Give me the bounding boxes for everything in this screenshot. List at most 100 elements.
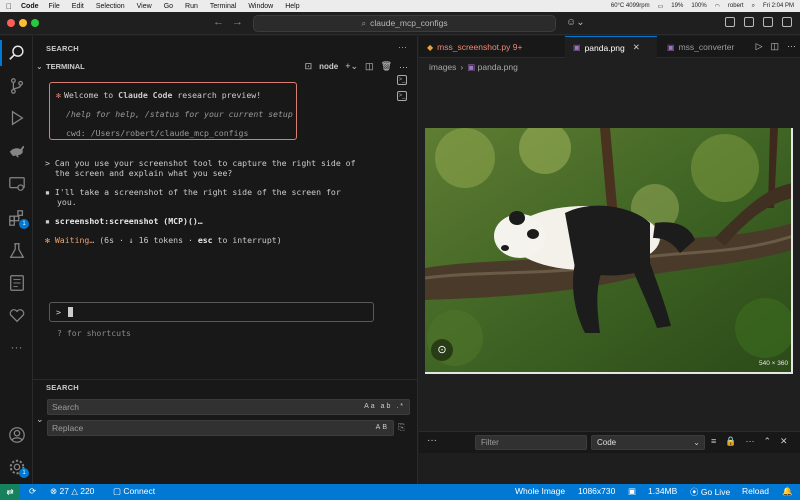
- visual-search-lens-icon[interactable]: ⊙: [431, 339, 453, 361]
- tab-panda-png[interactable]: ▣ panda.png ✕: [565, 36, 657, 58]
- clock[interactable]: Fri 2:04 PM: [763, 3, 794, 9]
- terminal-header[interactable]: ⌄ TERMINAL ⊡ node +⌄ ◫ 🗑 ···: [33, 61, 418, 75]
- menu-edit[interactable]: Edit: [72, 3, 84, 10]
- more-actions-icon[interactable]: ···: [787, 41, 796, 52]
- menu-run[interactable]: Run: [185, 3, 198, 10]
- menu-terminal[interactable]: Terminal: [210, 3, 236, 10]
- replace-all-icon[interactable]: ⎘: [398, 422, 405, 433]
- image-icon: ▣: [628, 486, 637, 496]
- battery-icon[interactable]: ▭: [658, 3, 664, 10]
- tab-mss-screenshot[interactable]: ◆ mss_screenshot.py 9+: [419, 36, 563, 58]
- chevron-up-icon[interactable]: ⌃: [763, 436, 771, 447]
- menu-go[interactable]: Go: [164, 3, 173, 10]
- filter-input[interactable]: Filter: [475, 435, 587, 450]
- kangaroo-extension-icon[interactable]: [6, 139, 27, 160]
- menu-file[interactable]: File: [49, 3, 60, 10]
- battery-percent[interactable]: 100%: [691, 3, 706, 9]
- search-input[interactable]: Search Aa ab .*: [47, 399, 410, 415]
- extensions-icon[interactable]: 1: [6, 207, 29, 229]
- terminal-shell-name[interactable]: node: [319, 62, 338, 71]
- python-file-icon: ◆: [427, 42, 434, 52]
- whole-image-button[interactable]: Whole Image: [515, 486, 565, 496]
- more-actions-icon[interactable]: ···: [398, 42, 407, 52]
- customize-layout-icon[interactable]: [782, 17, 792, 27]
- panda-image[interactable]: [425, 128, 793, 374]
- command-center[interactable]: ⌕ claude_mcp_configs: [253, 15, 556, 32]
- sync-icon[interactable]: ⟳: [29, 486, 36, 497]
- more-actions-icon[interactable]: ···: [399, 62, 408, 72]
- connect-button[interactable]: ▢ Connect: [113, 486, 155, 497]
- tool-bullet-icon: ▪: [45, 216, 55, 226]
- new-terminal-icon[interactable]: +⌄: [345, 61, 358, 72]
- cpu-readout[interactable]: 19%: [671, 3, 683, 9]
- search-icon[interactable]: ⌕: [752, 3, 755, 10]
- wifi-icon[interactable]: ◠: [715, 3, 720, 10]
- trash-icon[interactable]: 🗑: [381, 61, 392, 72]
- close-window-button[interactable]: [7, 19, 15, 27]
- menubar-app-name[interactable]: Code: [21, 3, 39, 10]
- toggle-secondary-sidebar-icon[interactable]: [763, 17, 773, 27]
- extensions-badge: 1: [19, 219, 29, 229]
- tab-label: mss_screenshot.py 9+: [437, 42, 523, 52]
- assistant-reply-line-2: you.: [57, 197, 77, 207]
- source-control-icon[interactable]: [6, 75, 27, 96]
- preserve-case-toggle[interactable]: AB: [376, 421, 389, 435]
- more-actions-icon[interactable]: ···: [427, 435, 437, 446]
- account-icon[interactable]: [6, 424, 27, 445]
- remote-explorer-icon[interactable]: [6, 173, 27, 194]
- more-icon[interactable]: ···: [6, 336, 27, 357]
- close-tab-icon[interactable]: ✕: [633, 42, 640, 53]
- minimize-window-button[interactable]: [19, 19, 27, 27]
- remote-indicator-icon[interactable]: ⇄: [0, 484, 20, 500]
- lock-scroll-icon[interactable]: 🔒: [725, 436, 736, 447]
- search-icon[interactable]: [6, 42, 27, 63]
- go-live-button[interactable]: ⦿ Go Live: [690, 486, 730, 498]
- run-debug-icon[interactable]: [6, 107, 27, 128]
- run-icon[interactable]: ▷: [756, 41, 763, 52]
- image-file-icon: ▣: [573, 43, 581, 52]
- settings-gear-icon[interactable]: 1: [6, 456, 29, 478]
- menu-help[interactable]: Help: [285, 3, 299, 10]
- close-icon[interactable]: ✕: [780, 436, 788, 447]
- breadcrumb-file[interactable]: panda.png: [478, 62, 518, 72]
- heart-icon[interactable]: [6, 304, 27, 325]
- zoom-window-button[interactable]: [31, 19, 39, 27]
- replace-input[interactable]: Replace AB: [47, 420, 394, 436]
- back-arrow-icon[interactable]: ←: [213, 16, 232, 28]
- terminal-output[interactable]: ✻ Welcome to Claude Code research preview…: [41, 78, 396, 374]
- menu-view[interactable]: View: [137, 3, 152, 10]
- apple-icon[interactable]: : [6, 2, 12, 11]
- notebook-icon[interactable]: [6, 272, 27, 293]
- menu-selection[interactable]: Selection: [96, 3, 125, 10]
- more-actions-icon[interactable]: ···: [745, 436, 754, 447]
- copilot-icon[interactable]: ☺⌄: [566, 17, 585, 28]
- search-options[interactable]: Aa ab .*: [364, 400, 405, 414]
- tab-mss-converter[interactable]: ▣ mss_converter: [659, 36, 749, 58]
- breadcrumb-folder[interactable]: images: [429, 62, 456, 72]
- waiting-key: esc: [197, 235, 213, 245]
- panel-actions: ≡ 🔒 ··· ⌃ ✕: [711, 436, 788, 447]
- errors-indicator[interactable]: ⊗ 27 △ 220: [50, 486, 94, 497]
- terminal-shell-icon: ⊡: [304, 61, 313, 71]
- split-editor-icon[interactable]: ◫: [770, 41, 779, 52]
- temperature-readout[interactable]: 60°C 4099rpm: [611, 3, 650, 9]
- terminal-instance-icon[interactable]: >_: [397, 91, 407, 101]
- testing-flask-icon[interactable]: [6, 240, 27, 261]
- user-name[interactable]: robert: [728, 3, 744, 9]
- notifications-bell-icon[interactable]: 🔔: [782, 486, 793, 497]
- menu-window[interactable]: Window: [248, 3, 273, 10]
- toggle-sidebar-icon[interactable]: [725, 17, 735, 27]
- chevron-down-icon: ⌄: [693, 438, 700, 447]
- image-resolution: 1086x730: [578, 486, 616, 496]
- forward-arrow-icon[interactable]: →: [232, 16, 251, 28]
- chevron-down-icon[interactable]: ⌄: [36, 62, 43, 71]
- file-size: 1.34MB: [648, 486, 678, 496]
- toggle-panel-icon[interactable]: [744, 17, 754, 27]
- split-terminal-icon[interactable]: ◫: [365, 61, 374, 72]
- reload-button[interactable]: Reload: [742, 486, 769, 496]
- terminal-instance-icon[interactable]: >_: [397, 75, 407, 85]
- prompt-input[interactable]: >: [49, 302, 374, 322]
- chevron-right-icon[interactable]: ⌄: [36, 414, 44, 425]
- output-channel-select[interactable]: Code ⌄: [591, 435, 705, 450]
- clear-output-icon[interactable]: ≡: [711, 436, 716, 447]
